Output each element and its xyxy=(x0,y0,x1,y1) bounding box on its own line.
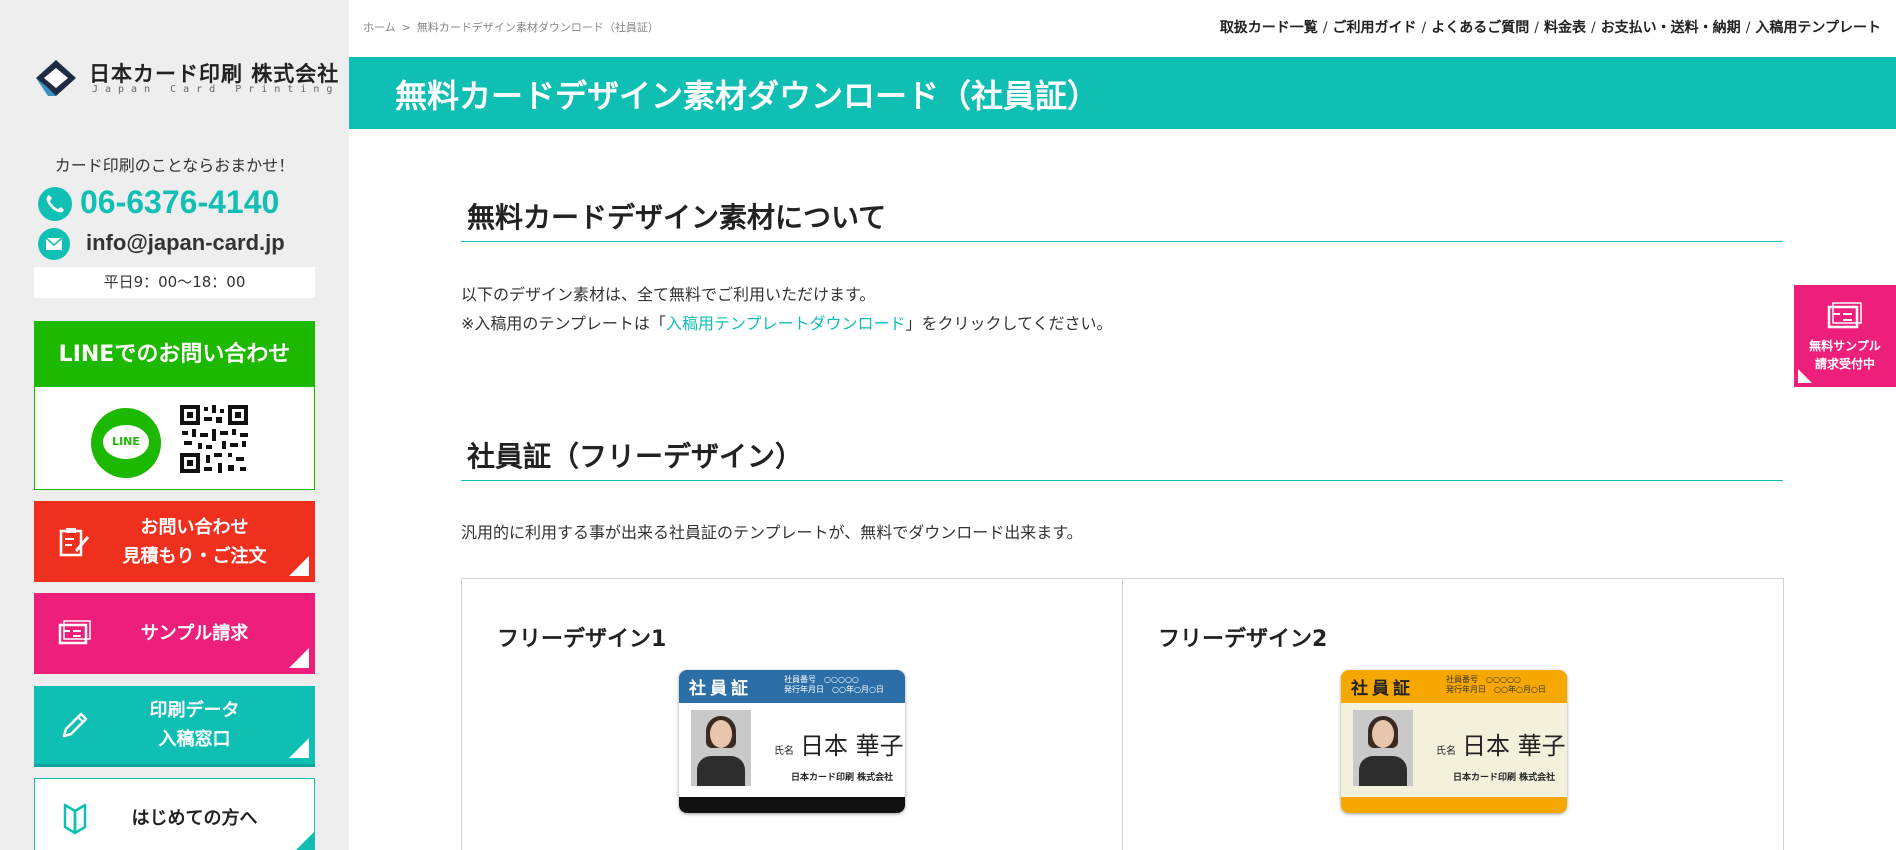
free-design-text: 汎用的に利用する事が出来る社員証のテンプレートが、無料でダウンロード出来ます。 xyxy=(461,523,1083,542)
section-free-design-title: 社員証（フリーデザイン） xyxy=(467,440,804,473)
id-card-preview[interactable]: 社員証 社員番号 ○○○○○ 発行年月日 ○○年○月○日 氏名 日本 華子 日本カー… xyxy=(679,670,905,813)
contact-estimate-label: お問い合わせ 見積もり・ご注文 xyxy=(94,501,295,582)
card-name-key: 氏名 xyxy=(1436,746,1456,757)
section-free-design-header: 社員証（フリーデザイン） xyxy=(461,431,1783,481)
portrait-photo xyxy=(691,710,751,786)
nav-payment-shipping[interactable]: お支払い・送料・納期 xyxy=(1601,20,1741,36)
beginner-mark-icon xyxy=(63,803,87,835)
corner-arrow-icon xyxy=(289,648,309,668)
card-footer xyxy=(679,797,905,813)
about-text-1: 以下のデザイン素材は、全て無料でご利用いただけます。 xyxy=(461,285,876,304)
breadcrumb-home[interactable]: ホーム xyxy=(363,21,396,34)
card-company: 日本カード印刷 株式会社 xyxy=(791,773,894,783)
floating-sample-request-button[interactable]: 無料サンプル 請求受付中 xyxy=(1794,285,1896,387)
site-logo[interactable]: 日本カード印刷 株式会社 Japan Card Printing xyxy=(34,56,338,100)
card-stack-icon xyxy=(1827,302,1862,329)
nav-card-list[interactable]: 取扱カード一覧 xyxy=(1220,20,1318,36)
about-text-2-suffix: 」をクリックしてください。 xyxy=(905,314,1113,333)
logo-subtitle: Japan Card Printing xyxy=(92,84,340,95)
card-header: 社員証 社員番号 ○○○○○ 発行年月日 ○○年○月○日 xyxy=(679,670,905,703)
first-time-guide-button[interactable]: はじめての方へ xyxy=(34,778,315,850)
clipboard-pen-icon xyxy=(59,528,90,557)
card-footer xyxy=(1341,797,1567,813)
card-name-value: 日本 華子 xyxy=(800,732,904,760)
page-title-banner: 無料カードデザイン素材ダウンロード（社員証） xyxy=(349,57,1896,129)
corner-arrow-icon xyxy=(295,831,314,850)
card-stack-icon xyxy=(58,620,91,645)
sample-request-button[interactable]: サンプル請求 xyxy=(34,593,315,674)
card-name: 氏名 日本 華子 xyxy=(1436,726,1566,761)
print-data-label: 印刷データ 入稿窓口 xyxy=(94,686,295,764)
nav-usage-guide[interactable]: ご利用ガイド xyxy=(1333,20,1417,36)
about-text-2-prefix: ※入稿用のテンプレートは「 xyxy=(461,314,666,333)
breadcrumb-current: 無料カードデザイン素材ダウンロード（社員証） xyxy=(416,21,659,34)
corner-arrow-icon xyxy=(289,556,309,576)
contact-estimate-button[interactable]: お問い合わせ 見積もり・ご注文 xyxy=(34,501,315,582)
nav-price-list[interactable]: 料金表 xyxy=(1544,20,1586,36)
contact-label-line2: 見積もり・ご注文 xyxy=(122,545,267,567)
print-data-label-line2: 入稿窓口 xyxy=(158,729,231,750)
line-logo-icon[interactable]: LINE xyxy=(91,408,161,478)
print-data-upload-button[interactable]: 印刷データ 入稿窓口 xyxy=(34,686,315,767)
line-logo-text: LINE xyxy=(103,425,149,459)
section-about-title: 無料カードデザイン素材について xyxy=(467,201,887,234)
mail-icon xyxy=(38,228,70,260)
card-meta-number: 社員番号 ○○○○○ xyxy=(1446,675,1521,684)
top-navigation: 取扱カード一覧 / ご利用ガイド / よくあるご質問 / 料金表 / お支払い・送料・納期 / 入稿… xyxy=(1219,20,1881,36)
card-company: 日本カード印刷 株式会社 xyxy=(1453,773,1556,783)
card-label: 社員証 xyxy=(689,679,752,699)
line-contact-box[interactable]: LINEでのお問い合わせ LINE xyxy=(34,321,315,490)
card-name-key: 氏名 xyxy=(774,746,794,757)
qr-code-icon xyxy=(178,403,250,475)
contact-label-line1: お問い合わせ xyxy=(140,516,249,538)
page-title: 無料カードデザイン素材ダウンロード（社員証） xyxy=(395,77,1100,115)
phone-icon xyxy=(38,187,72,221)
design-grid: フリーデザイン1 社員証 社員番号 ○○○○○ 発行年月日 ○○年○月○日 氏名日… xyxy=(461,578,1784,850)
card-meta-date: 発行年月日 ○○年○月○日 xyxy=(784,685,884,694)
first-time-label: はじめての方へ xyxy=(131,807,258,829)
corner-arrow-icon xyxy=(1798,369,1812,383)
id-card-preview[interactable]: 社員証 社員番号 ○○○○○ 発行年月日 ○○年○月○日 氏名 日本 華子 日本カー… xyxy=(1341,670,1567,813)
pencil-icon xyxy=(62,712,88,738)
template-download-link[interactable]: 入稿用テンプレートダウンロード xyxy=(666,314,906,333)
sample-request-label: サンプル請求 xyxy=(140,623,249,644)
card-meta-date: 発行年月日 ○○年○月○日 xyxy=(1446,685,1546,694)
print-data-label-line1: 印刷データ xyxy=(149,700,240,721)
design-title: フリーデザイン1 xyxy=(497,627,667,652)
about-text-2: ※入稿用のテンプレートは「入稿用テンプレートダウンロード」をクリックしてください… xyxy=(461,310,1113,334)
nav-template[interactable]: 入稿用テンプレート xyxy=(1755,20,1881,36)
line-contact-title: LINEでのお問い合わせ xyxy=(35,322,314,387)
card-meta: 社員番号 ○○○○○ 発行年月日 ○○年○月○日 xyxy=(1446,675,1546,695)
breadcrumb: ホーム > 無料カードデザイン素材ダウンロード（社員証） xyxy=(363,21,659,34)
phone-number: 06-6376-4140 xyxy=(80,184,280,220)
section-about-header: 無料カードデザイン素材について xyxy=(461,192,1783,242)
portrait-photo xyxy=(1353,710,1413,786)
logo-mark-icon xyxy=(36,60,76,96)
tagline: カード印刷のことならおまかせ！ xyxy=(54,156,295,175)
card-name-value: 日本 華子 xyxy=(1462,732,1566,760)
floating-sample-label: 無料サンプル 請求受付中 xyxy=(1794,337,1896,373)
design-item[interactable]: フリーデザイン1 社員証 社員番号 ○○○○○ 発行年月日 ○○年○月○日 氏名日… xyxy=(462,579,1123,850)
business-hours: 平日9：00〜18：00 xyxy=(34,267,315,298)
card-label: 社員証 xyxy=(1351,679,1414,699)
card-meta: 社員番号 ○○○○○ 発行年月日 ○○年○月○日 xyxy=(784,675,884,695)
card-meta-number: 社員番号 ○○○○○ xyxy=(784,675,859,684)
design-item[interactable]: フリーデザイン2 社員証 社員番号 ○○○○○ 発行年月日 ○○年○月○日 氏名日… xyxy=(1123,579,1784,850)
email-address: info@japan-card.jp xyxy=(86,230,285,255)
corner-arrow-icon xyxy=(289,738,309,758)
sidebar: 日本カード印刷 株式会社 Japan Card Printing カード印刷のこ… xyxy=(0,0,349,850)
nav-faq[interactable]: よくあるご質問 xyxy=(1431,20,1529,36)
card-header: 社員証 社員番号 ○○○○○ 発行年月日 ○○年○月○日 xyxy=(1341,670,1567,703)
card-name: 氏名 日本 華子 xyxy=(774,726,904,761)
floating-sample-line1: 無料サンプル xyxy=(1809,339,1881,353)
design-title: フリーデザイン2 xyxy=(1158,627,1328,652)
